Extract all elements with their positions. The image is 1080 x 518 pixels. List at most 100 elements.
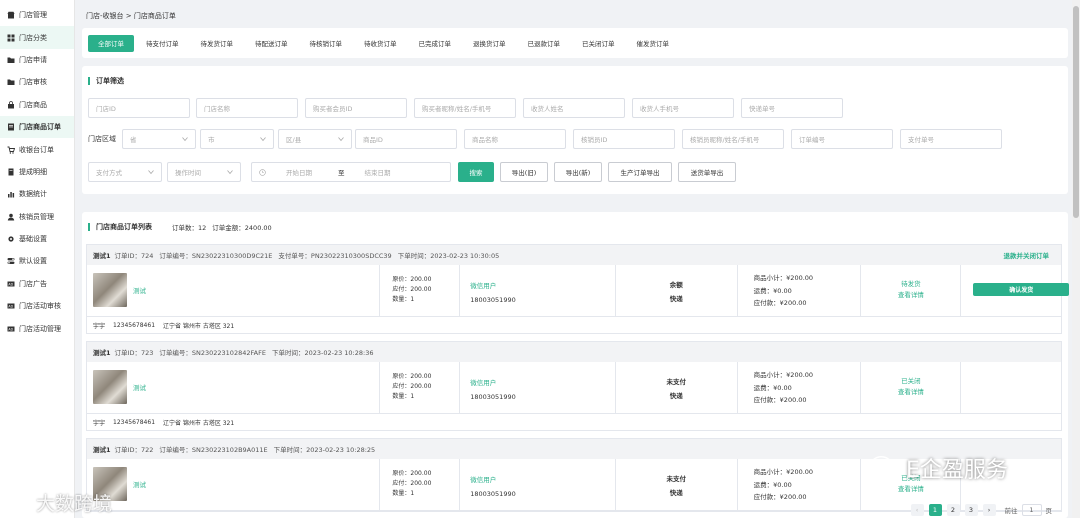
confirm-ship-button[interactable]: 确认发货 bbox=[973, 283, 1070, 296]
goods-name-input[interactable]: 商品名称 bbox=[464, 129, 566, 149]
goods-name[interactable]: 测试 bbox=[133, 479, 146, 489]
tab-5[interactable]: 待收货订单 bbox=[354, 35, 407, 52]
sidebar-item-12[interactable]: AD 门店广告 bbox=[0, 273, 74, 295]
tab-8[interactable]: 已退款订单 bbox=[518, 35, 571, 52]
sidebar-item-6[interactable]: 收银台订单 bbox=[0, 138, 74, 160]
search-button[interactable]: 搜索 bbox=[458, 162, 494, 182]
export-delivery-button[interactable]: 送货单导出 bbox=[678, 162, 736, 182]
pay-no-input[interactable]: 支付单号 bbox=[900, 129, 1002, 149]
sidebar-item-1[interactable]: 门店分类 bbox=[0, 26, 74, 49]
store-id-input[interactable]: 门店ID bbox=[88, 98, 190, 118]
tab-4[interactable]: 待核销订单 bbox=[300, 35, 353, 52]
scrollbar-thumb[interactable] bbox=[1073, 6, 1079, 218]
refund-close-link[interactable]: 退款并关闭订单 bbox=[1004, 250, 1050, 260]
prev-page-button[interactable]: ‹ bbox=[910, 504, 924, 516]
view-detail-link[interactable]: 查看详情 bbox=[861, 290, 960, 301]
sidebar-item-9[interactable]: 核销员管理 bbox=[0, 206, 74, 228]
export-old-button[interactable]: 导出(旧) bbox=[500, 162, 548, 182]
order-count: 订单数：12 bbox=[172, 224, 207, 232]
sidebar-item-7[interactable]: 提成明细 bbox=[0, 161, 74, 183]
tab-6[interactable]: 已完成订单 bbox=[409, 35, 462, 52]
sidebar-item-11[interactable]: 默认设置 bbox=[0, 250, 74, 272]
tab-2[interactable]: 待发货订单 bbox=[191, 35, 244, 52]
goods-image[interactable] bbox=[93, 273, 127, 307]
op-time-select[interactable]: 操作时间 bbox=[167, 162, 241, 182]
tab-7[interactable]: 退换货订单 bbox=[463, 35, 516, 52]
sidebar-item-10[interactable]: 基础设置 bbox=[0, 228, 74, 250]
buyer-id-input[interactable]: 购买者会员ID bbox=[305, 98, 407, 118]
buyer-name[interactable]: 微信用户 bbox=[470, 376, 516, 390]
goods-id-input[interactable]: 商品ID bbox=[355, 129, 457, 149]
buyer-name[interactable]: 微信用户 bbox=[470, 473, 516, 487]
sum-line: 运费：¥0.00 bbox=[753, 383, 792, 392]
province-select[interactable]: 省 bbox=[122, 129, 196, 149]
district-select[interactable]: 区/县 bbox=[278, 129, 352, 149]
tab-1[interactable]: 待支付订单 bbox=[136, 35, 189, 52]
vertical-scrollbar[interactable] bbox=[1072, 0, 1080, 518]
tab-0[interactable]: 全部订单 bbox=[88, 34, 134, 52]
pagination: ‹ 1 2 3 › 前往 1 页 bbox=[910, 504, 1052, 516]
city-select-value: 市 bbox=[208, 136, 215, 144]
view-detail-link[interactable]: 查看详情 bbox=[861, 484, 960, 495]
sum-line: 运费：¥0.00 bbox=[753, 480, 792, 489]
sidebar-item-label: 默认设置 bbox=[19, 257, 47, 266]
date-range-picker[interactable]: 开始日期 至 结束日期 bbox=[251, 162, 451, 182]
sidebar-item-label: 门店广告 bbox=[19, 279, 47, 288]
sidebar-item-label: 门店分类 bbox=[19, 33, 47, 42]
buyer-name[interactable]: 微信用户 bbox=[470, 279, 516, 293]
order-cell-0: 测试 bbox=[87, 362, 381, 414]
price-line: 应付：200.00 bbox=[392, 286, 432, 293]
tab-9[interactable]: 已关闭订单 bbox=[572, 35, 625, 52]
buyer-name-input[interactable]: 购买者昵称/姓名/手机号 bbox=[414, 98, 516, 118]
receiver-name-input[interactable]: 收货人姓名 bbox=[523, 98, 625, 118]
price-line: 数量：1 bbox=[392, 393, 415, 400]
payment-info: 余额 快递 bbox=[616, 278, 737, 306]
goods-name[interactable]: 测试 bbox=[133, 382, 146, 392]
goods-image[interactable] bbox=[93, 370, 127, 404]
export-production-button[interactable]: 生产订单导出 bbox=[608, 162, 672, 182]
goods-prices: 原价：200.00 应付：200.00 数量：1 bbox=[392, 275, 431, 305]
sidebar-item-3[interactable]: 门店审核 bbox=[0, 71, 74, 93]
page-3-button[interactable]: 3 bbox=[964, 504, 978, 516]
sidebar-item-label: 门店商品 bbox=[19, 100, 47, 109]
buyer-info: 微信用户 18003051990 bbox=[470, 473, 516, 501]
chart-icon bbox=[6, 190, 15, 198]
sidebar-item-8[interactable]: 数据统计 bbox=[0, 183, 74, 205]
page-2-button[interactable]: 2 bbox=[946, 504, 960, 516]
store-name: 测试1 bbox=[93, 349, 111, 357]
order-card: 测试1 订单ID：724 订单编号：SN23022310300D9C21E 支付单号：… bbox=[86, 244, 1070, 334]
tab-10[interactable]: 催发货订单 bbox=[627, 35, 680, 52]
city-select[interactable]: 市 bbox=[200, 129, 274, 149]
verifier-name-input[interactable]: 核销员昵称/姓名/手机号 bbox=[682, 129, 784, 149]
order-cell-1: 原价：200.00 应付：200.00 数量：1 bbox=[380, 459, 461, 511]
order-cell-6: 确认发货 bbox=[961, 265, 1070, 317]
pay-method-select[interactable]: 支付方式 bbox=[88, 162, 162, 182]
export-new-button[interactable]: 导出(新) bbox=[554, 162, 602, 182]
sidebar-item-13[interactable]: AD 门店活动审核 bbox=[0, 295, 74, 317]
store-name-input[interactable]: 门店名称 bbox=[196, 98, 298, 118]
order-time: 下单时间：2023-02-23 10:28:25 bbox=[273, 446, 376, 454]
sidebar-item-label: 收银台订单 bbox=[19, 145, 54, 154]
sidebar-item-0[interactable]: 门店管理 bbox=[0, 4, 74, 26]
sidebar-item-2[interactable]: 门店申请 bbox=[0, 49, 74, 71]
sidebar-item-14[interactable]: AD 门店活动管理 bbox=[0, 317, 74, 339]
order-no: 订单编号：SN230223102842FAFE bbox=[159, 349, 266, 357]
order-cell-2: 微信用户 18003051990 bbox=[460, 265, 616, 317]
order-cell-0: 测试 bbox=[87, 459, 381, 511]
watermark-right: E企盈服务 bbox=[868, 452, 1008, 484]
next-page-button[interactable]: › bbox=[982, 504, 996, 516]
verifier-id-input[interactable]: 核销员ID bbox=[573, 129, 675, 149]
sidebar-item-4[interactable]: 门店商品 bbox=[0, 94, 74, 116]
goods-name[interactable]: 测试 bbox=[133, 285, 146, 295]
page-1-button[interactable]: 1 bbox=[928, 504, 942, 516]
goto-page-input[interactable]: 1 bbox=[1021, 504, 1042, 516]
price-line: 原价：200.00 bbox=[392, 470, 432, 477]
receiver-phone-input[interactable]: 收货人手机号 bbox=[632, 98, 734, 118]
province-select-value: 省 bbox=[130, 136, 137, 144]
express-no-input[interactable]: 快递单号 bbox=[741, 98, 843, 118]
order-no-input[interactable]: 订单编号 bbox=[791, 129, 893, 149]
view-detail-link[interactable]: 查看详情 bbox=[861, 387, 960, 398]
sidebar-item-5[interactable]: 门店商品订单 bbox=[0, 115, 74, 139]
tab-3[interactable]: 待配送订单 bbox=[245, 35, 298, 52]
order-cell-3: 未支付 快递 bbox=[616, 362, 738, 414]
